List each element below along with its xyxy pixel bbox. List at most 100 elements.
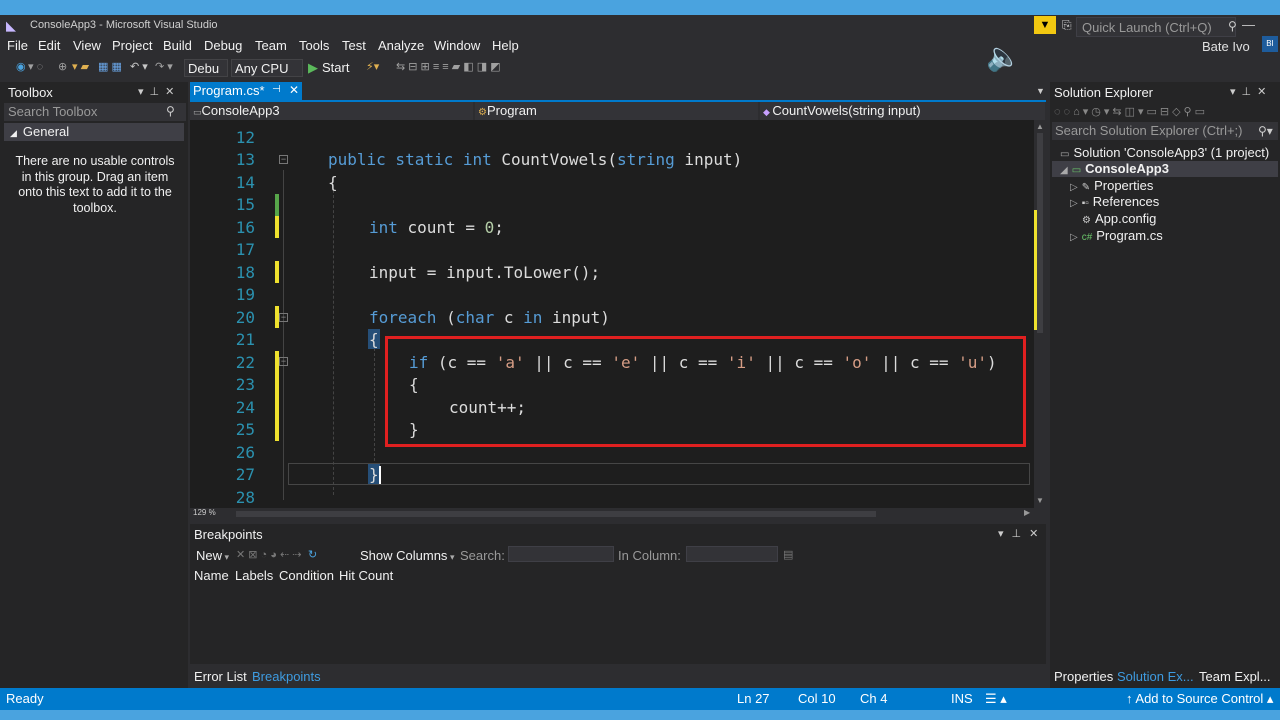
expand-triangle-icon: ▷ [1070,232,1078,243]
collapse-icon[interactable]: − [279,313,288,322]
nav-class-select[interactable]: ⚙Program [475,102,759,120]
toolbox-window-controls[interactable]: ▾⊥✕ [138,85,180,98]
code-line-21: { [369,330,379,349]
menu-debug[interactable]: Debug [204,38,242,53]
tab-overflow-icon[interactable]: ▼ [1036,86,1045,96]
status-menu-icon[interactable]: ☰ ▴ [985,691,1007,707]
menu-help[interactable]: Help [492,38,519,53]
user-name[interactable]: Bate Ivo [1202,39,1250,54]
new-project-icon[interactable]: ⊕ [58,60,67,73]
save-icon[interactable]: ▦ ▦ [98,60,122,73]
menu-analyze[interactable]: Analyze [378,38,424,53]
tab-error-list[interactable]: Error List [194,669,247,684]
tab-program-cs[interactable]: Program.cs* [190,82,302,100]
program-cs-node[interactable]: ▷ c# Program.cs [1070,228,1163,243]
scroll-up-icon[interactable]: ▲ [1036,122,1044,131]
menu-build[interactable]: Build [163,38,192,53]
open-icon[interactable]: ▾ ▰ [72,60,89,73]
zoom-level-select[interactable]: 129 % [193,508,216,517]
close-icon[interactable]: ✕ [289,83,299,97]
code-editor[interactable] [190,120,1034,508]
breakpoints-window-controls[interactable]: ▾⊥✕ [998,527,1046,540]
menu-window[interactable]: Window [434,38,480,53]
toolbox-group-general[interactable]: ◢ General [4,123,184,141]
project-node[interactable]: ◢ ▭ ConsoleApp3 [1060,161,1169,176]
show-columns-label: Show Columns [360,548,448,563]
indent-guide [374,348,375,466]
expand-triangle-icon: ▷ [1070,182,1078,193]
browser-link-icon[interactable]: ⚡▾ [366,60,379,73]
menu-test[interactable]: Test [342,38,366,53]
pin-icon[interactable]: ⊣ [272,84,281,95]
references-node[interactable]: ▷ ▪▫ References [1070,194,1159,209]
code-line-16: int count = 0; [369,218,504,237]
undo-icon[interactable]: ↶ ▾ [130,60,148,73]
notification-flag-icon[interactable]: ▼ [1034,16,1056,34]
current-line-highlight [288,463,1030,485]
show-columns-button[interactable]: Show Columns ▾ [360,548,454,563]
solution-icon: ▭ [1060,149,1070,160]
menu-project[interactable]: Project [112,38,152,53]
new-breakpoint-button[interactable]: New ▾ [196,548,229,563]
solution-node[interactable]: ▭ Solution 'ConsoleApp3' (1 project) [1060,145,1269,160]
start-button[interactable]: ▶ Start [308,59,349,77]
tab-solution-explorer[interactable]: Solution Ex... [1117,669,1194,684]
forward-icon[interactable]: ▾ ◌ [28,60,43,73]
column-header-name[interactable]: Name [194,568,229,583]
bottom-border [0,710,1280,720]
column-header-condition[interactable]: Condition [279,568,334,583]
feedback-icon[interactable]: ⎘ [1062,18,1072,33]
menu-tools[interactable]: Tools [299,38,329,53]
column-header-hit-count[interactable]: Hit Count [339,568,393,583]
toolbox-search-input[interactable]: Search Toolbox [4,103,186,121]
nav-member-select[interactable]: ◆ CountVowels(string input) [760,102,1046,120]
scroll-right-icon[interactable]: ▶ [1024,508,1030,517]
properties-node[interactable]: ▷ ✎ Properties [1070,178,1153,193]
status-bar [0,688,1280,710]
line-number: 23 [235,375,255,394]
solution-explorer-search-input[interactable]: Search Solution Explorer (Ctrl+;) [1052,122,1278,140]
add-to-source-control-button[interactable]: ↑ Add to Source Control ▴ [1126,691,1273,707]
top-border [0,0,1280,15]
code-line-27: } [369,465,379,484]
breakpoint-search-input[interactable] [508,546,614,562]
breakpoint-tool-icons[interactable]: ✕ ⊠ ◔ ◕ ⇠ ⇢ [236,548,301,561]
column-header-labels[interactable]: Labels [235,568,273,583]
solution-explorer-window-controls[interactable]: ▾⊥✕ [1230,85,1272,98]
export-icon[interactable]: ↻ [308,548,317,561]
menu-view[interactable]: View [73,38,101,53]
minimize-button[interactable]: — [1242,17,1255,32]
nav-project-select[interactable]: ▭ConsoleApp3 [190,102,474,120]
nav-project-label: ConsoleApp3 [201,103,280,118]
collapse-icon[interactable]: − [279,357,288,366]
toolbox-empty-message: There are no usable controls in this gro… [15,154,175,215]
app-config-node[interactable]: ⚙ App.config [1082,211,1156,226]
menu-file[interactable]: File [7,38,28,53]
solution-explorer-toolbar-icons[interactable]: ◌◌⌂▾◷▾⇆◫▾▭⊟◇⚲▭ [1054,105,1208,118]
configuration-select[interactable]: Debu [184,59,228,77]
quick-launch-input[interactable]: Quick Launch (Ctrl+Q) [1076,17,1236,37]
collapse-icon[interactable]: − [279,155,288,164]
avatar[interactable]: BI [1262,36,1278,52]
solution-label: Solution 'ConsoleApp3' (1 project) [1073,145,1270,160]
in-column-select[interactable] [686,546,778,562]
scrollbar-thumb[interactable] [1037,133,1043,333]
back-icon[interactable]: ◉ [16,60,26,73]
scroll-down-icon[interactable]: ▼ [1036,496,1044,505]
clear-search-icon[interactable]: ▤ [783,548,793,561]
menu-edit[interactable]: Edit [38,38,60,53]
redo-icon[interactable]: ↷ ▾ [155,60,173,73]
search-icon: ⚲▾ [1258,124,1273,138]
line-number: 21 [235,330,255,349]
platform-select[interactable]: Any CPU [231,59,303,77]
tab-breakpoints[interactable]: Breakpoints [252,669,321,684]
indent-guide [333,190,334,495]
solution-explorer-title: Solution Explorer [1054,85,1153,100]
menu-team[interactable]: Team [255,38,287,53]
wrench-icon: ✎ [1081,182,1091,193]
tab-team-explorer[interactable]: Team Expl... [1199,669,1271,684]
format-icons[interactable]: ⇆ ⊟ ⊞ ≡ ≡ ▰ ◧ ◨ ◩ [396,60,501,73]
line-number: 15 [235,195,255,214]
horizontal-scrollbar-thumb[interactable] [236,511,876,517]
tab-properties[interactable]: Properties [1054,669,1113,684]
